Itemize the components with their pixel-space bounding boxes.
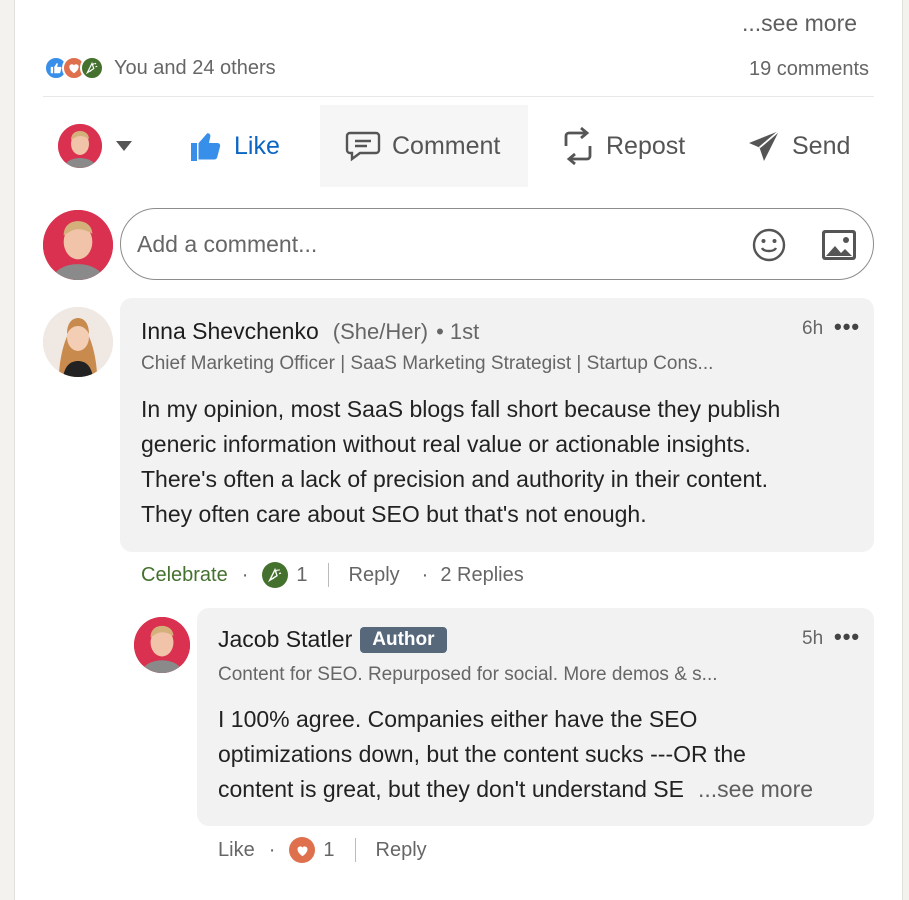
commenter-headline: Content for SEO. Repurposed for social. … [218,664,718,685]
comment-text-line: optimizations down, but the content suck… [218,741,746,767]
send-button[interactable]: Send [746,105,866,187]
like-label: Like [234,131,280,160]
pronouns: (She/Her) [332,319,429,344]
avatar [58,124,102,168]
comment-icon [345,131,381,162]
celebrate-icon [262,562,289,588]
comment-text-line: I 100% agree. Companies either have the … [218,706,698,732]
reply-actions: Like · 1 Reply [218,837,427,863]
avatar[interactable] [43,307,113,377]
connection-degree: • 1st [436,319,480,344]
divider [43,96,874,97]
reply-bubble: Jacob Statler Author 5h ••• Content for … [197,608,874,826]
dot-separator: · [268,838,276,861]
image-icon[interactable] [821,229,857,261]
comment-text: I 100% agree. Companies either have the … [218,702,858,807]
social-action-bar: Like Comment Repost Send [0,105,909,187]
celebrate-reaction-icon [80,56,104,80]
love-icon [289,837,316,863]
avatar[interactable] [43,210,113,280]
commenter-headline: Chief Marketing Officer | SaaS Marketing… [141,353,714,374]
reply-button[interactable]: Reply [349,564,400,587]
dot-separator: · [241,563,249,586]
more-options-icon[interactable]: ••• [834,624,860,650]
send-label: Send [792,131,851,160]
reactions-summary[interactable]: You and 24 others [44,56,276,80]
celebrate-button[interactable]: Celebrate [141,564,228,587]
reaction-count[interactable]: 1 [323,839,334,862]
comment-button[interactable]: Comment [320,105,528,187]
avatar[interactable] [134,617,190,673]
comment-text: In my opinion, most SaaS blogs fall shor… [141,392,861,532]
repost-button[interactable]: Repost [560,105,710,187]
replies-link[interactable]: 2 Replies [440,564,523,587]
comment-time: 5h [802,628,824,649]
send-icon [749,130,780,161]
comment-text-line: content is great, but they don't underst… [218,776,684,802]
comment-text-line: generic information without real value o… [141,431,751,457]
more-options-icon[interactable]: ••• [834,314,860,340]
comment-bubble: Inna Shevchenko (She/Her) • 1st 6h ••• C… [120,298,874,552]
caret-down-icon [116,141,132,151]
commenter-name[interactable]: Jacob Statler [218,626,352,653]
comment-actions: Celebrate · 1 Reply · 2 Replies [141,562,524,588]
comment-time: 6h [802,318,824,339]
comment-text-line: In my opinion, most SaaS blogs fall shor… [141,396,781,422]
like-button[interactable]: Like [188,105,308,187]
reactions-text: You and 24 others [114,56,276,79]
like-button[interactable]: Like [218,839,255,862]
divider [327,563,329,587]
reply-button[interactable]: Reply [376,839,427,862]
dot-separator: · [421,563,429,586]
actor-selector[interactable] [58,105,148,187]
emoji-icon[interactable] [751,227,787,263]
comment-text-line: There's often a lack of precision and au… [141,466,769,492]
comment-input-box[interactable] [120,208,874,280]
commenter-name[interactable]: Inna Shevchenko [141,318,319,345]
reaction-icons [44,56,104,80]
divider [354,838,356,862]
repost-label: Repost [606,131,686,160]
comments-count-link[interactable]: 19 comments [749,58,869,81]
comment-input[interactable] [137,223,737,265]
comment-label: Comment [392,131,501,160]
author-badge: Author [360,626,447,653]
comment-text-line: They often care about SEO but that's not… [141,501,647,527]
see-more-link[interactable]: ...see more [742,10,857,37]
repost-icon [564,126,592,166]
thumbs-up-icon [191,133,221,161]
reaction-count[interactable]: 1 [296,564,307,587]
see-more-link[interactable]: ...see more [698,772,813,807]
